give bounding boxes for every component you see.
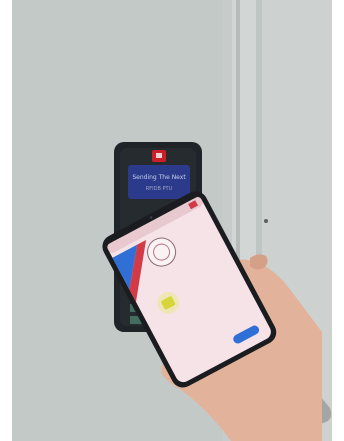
reader-screen (128, 165, 190, 199)
reader-screen-line1: Sending The Next (132, 174, 186, 181)
screw-dot (264, 219, 268, 223)
photo-canvas: Sending The Next RFIDB PTU (12, 0, 332, 441)
reader-screen-line2: RFIDB PTU (146, 186, 173, 192)
photo-scene: Sending The Next RFIDB PTU (0, 0, 344, 441)
